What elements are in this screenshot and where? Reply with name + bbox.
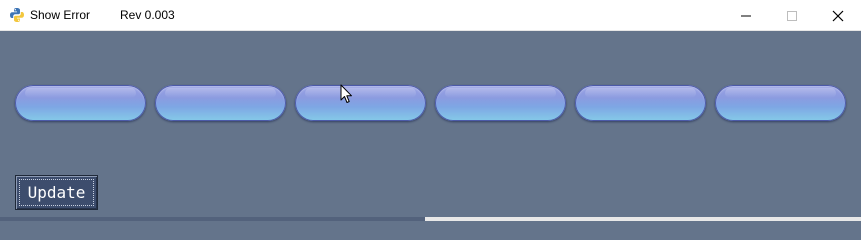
title-bar[interactable]: Show Error Rev 0.003 <box>0 0 861 31</box>
window-bottom-edge <box>0 217 861 221</box>
update-button[interactable]: Update <box>15 175 98 210</box>
maximize-button[interactable] <box>769 0 815 31</box>
pill-button-6[interactable] <box>715 85 846 121</box>
update-button-label: Update <box>27 183 86 202</box>
desktop-background <box>425 217 861 221</box>
revision-label: Rev 0.003 <box>120 8 175 22</box>
pill-button-3[interactable] <box>295 85 426 121</box>
pill-button-5[interactable] <box>575 85 706 121</box>
mouse-cursor-icon <box>340 84 352 103</box>
pill-button-4[interactable] <box>435 85 566 121</box>
pill-button-2[interactable] <box>155 85 286 121</box>
window-title: Show Error <box>30 8 91 22</box>
minimize-icon <box>741 15 751 16</box>
close-button[interactable] <box>815 0 861 31</box>
window-content <box>0 31 861 217</box>
minimize-button[interactable] <box>723 0 769 31</box>
close-icon <box>832 10 844 21</box>
maximize-icon <box>787 10 797 21</box>
python-icon <box>10 8 24 22</box>
pill-button-1[interactable] <box>15 85 146 121</box>
